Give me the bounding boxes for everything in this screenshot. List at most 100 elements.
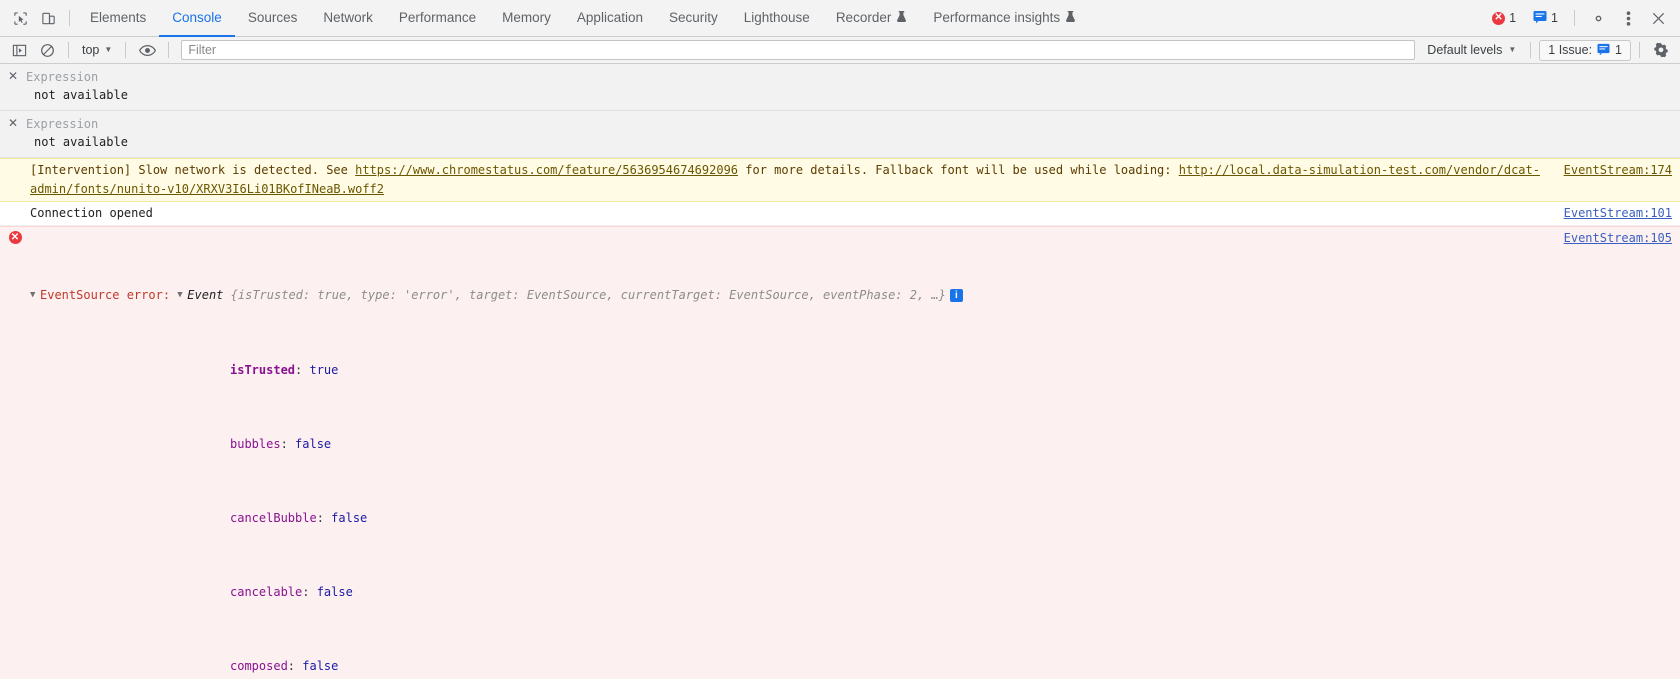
live-expression-eye-icon[interactable]: [134, 39, 160, 61]
filter-input[interactable]: [181, 40, 1416, 60]
live-expression-input[interactable]: Expression: [26, 68, 1680, 86]
object-property: isTrusted: true: [230, 363, 339, 377]
toolbar-divider: [125, 42, 127, 58]
error-constructor: Event: [187, 288, 224, 302]
tab-label: Memory: [502, 9, 551, 25]
live-expression-row[interactable]: ✕ Expression not available: [0, 64, 1680, 111]
property-key: bubbles: [230, 437, 281, 451]
info-badge-icon[interactable]: i: [949, 289, 963, 302]
intervention-prefix: [Intervention] Slow network is detected.…: [30, 163, 356, 177]
message-bubble-icon-svg: [1597, 43, 1610, 55]
console-toolbar: top ▼ Default levels ▼ 1 Issue: 1: [0, 37, 1680, 64]
font-url-link-part1[interactable]: http://local.data-simulation-test.com/: [1179, 163, 1454, 177]
tab-performance[interactable]: Performance: [386, 0, 489, 37]
clear-console-icon[interactable]: [34, 39, 60, 61]
chromestatus-link[interactable]: https://www.chromestatus.com/feature/563…: [355, 163, 738, 177]
property-value: false: [331, 511, 368, 525]
object-property: cancelable: false: [230, 585, 353, 599]
object-property: composed: false: [230, 659, 339, 673]
expand-triangle-icon[interactable]: ▼: [177, 286, 187, 305]
message-gutter: [0, 161, 30, 199]
log-levels-label: Default levels: [1427, 43, 1503, 57]
message-gutter: ✕: [0, 229, 30, 679]
message-count-label: 1: [1551, 11, 1558, 25]
property-value: false: [295, 437, 332, 451]
tab-elements[interactable]: Elements: [77, 0, 159, 37]
console-sidebar-icon[interactable]: [6, 39, 32, 61]
tab-label: Performance insights: [933, 9, 1061, 25]
tabbar-divider: [69, 10, 70, 26]
kebab-menu-icon[interactable]: [1614, 4, 1642, 32]
error-count-button[interactable]: ✕ 1: [1485, 7, 1523, 29]
error-count-label: 1: [1509, 11, 1517, 25]
kebab-menu-icon-svg: [1626, 10, 1630, 26]
tab-sources[interactable]: Sources: [235, 0, 311, 37]
expand-triangle-icon[interactable]: ▼: [30, 286, 40, 305]
log-levels-selector[interactable]: Default levels ▼: [1421, 40, 1522, 60]
execution-context-selector[interactable]: top ▼: [77, 40, 117, 60]
tab-label: Security: [668, 9, 718, 25]
inspect-cursor-icon[interactable]: [6, 4, 34, 32]
live-expression-value: not available: [34, 88, 128, 102]
live-expression-row[interactable]: ✕ Expression not available: [0, 111, 1680, 158]
property-value: false: [302, 659, 339, 673]
tab-recorder[interactable]: Recorder: [823, 0, 921, 37]
error-content: ▼ EventSource error: ▼ Event {isTrusted: t…: [30, 229, 1554, 679]
close-icon[interactable]: ✕: [0, 68, 26, 105]
message-bubble-icon: [1533, 10, 1547, 26]
chevron-down-icon: ▼: [1508, 45, 1517, 54]
experiment-beaker-icon-svg: [1066, 10, 1076, 22]
live-expression-value: not available: [34, 135, 128, 149]
message-text: [Intervention] Slow network is detected.…: [30, 161, 1554, 199]
property-value: false: [316, 585, 353, 599]
message-bubble-icon: [1597, 43, 1610, 58]
devtools-tabbar: Elements Console Sources Network Perform…: [0, 0, 1680, 37]
console-message-info[interactable]: Connection opened EventStream:101: [0, 202, 1680, 226]
chevron-down-icon: ▼: [104, 45, 113, 54]
tab-security[interactable]: Security: [656, 0, 731, 37]
tab-label: Network: [323, 9, 373, 25]
source-anchor-link[interactable]: EventStream:174: [1554, 161, 1680, 180]
tab-label: Application: [576, 9, 643, 25]
close-icon-svg: [1652, 12, 1664, 24]
object-property: bubbles: false: [230, 437, 332, 451]
property-key: isTrusted: [230, 363, 296, 377]
console-message-error[interactable]: ✕ ▼ EventSource error: ▼ Event {isTrusted:…: [0, 226, 1680, 679]
tab-label: Performance: [398, 9, 477, 25]
message-count-button[interactable]: 1: [1526, 7, 1565, 29]
tab-memory[interactable]: Memory: [489, 0, 564, 37]
tab-application[interactable]: Application: [564, 0, 656, 37]
experiment-beaker-icon-svg: [897, 10, 907, 22]
intervention-middle: for more details. Fallback font will be …: [738, 163, 1179, 177]
property-key: composed: [230, 659, 288, 673]
error-circle-icon: ✕: [1492, 11, 1506, 25]
source-anchor-link[interactable]: EventStream:101: [1554, 204, 1680, 223]
tab-lighthouse[interactable]: Lighthouse: [731, 0, 823, 37]
message-text: Connection opened: [30, 206, 153, 220]
tab-performance-insights[interactable]: Performance insights: [920, 0, 1089, 37]
live-expression-body: Expression not available: [26, 68, 1680, 105]
toolbar-divider: [168, 42, 170, 58]
message-bubble-icon-svg: [1533, 11, 1547, 24]
source-anchor-link[interactable]: EventStream:105: [1554, 229, 1680, 248]
live-expression-input[interactable]: Expression: [26, 115, 1680, 133]
error-preview: {isTrusted: true, type: 'error', target:…: [230, 288, 946, 302]
issue-counters: ✕ 1 1: [1485, 7, 1565, 29]
console-message-list[interactable]: ✕ Expression not available ✕ Expression …: [0, 64, 1680, 679]
gear-icon[interactable]: [1584, 4, 1612, 32]
experiment-beaker-icon: [896, 10, 907, 25]
property-value: true: [309, 363, 339, 377]
close-icon[interactable]: ✕: [0, 115, 26, 152]
error-circle-icon: ✕: [8, 231, 22, 244]
console-settings-gear-icon[interactable]: [1648, 39, 1674, 61]
property-key: cancelable: [230, 585, 303, 599]
device-toolbar-icon[interactable]: [34, 4, 62, 32]
device-toolbar-icon-svg: [41, 12, 55, 24]
close-icon[interactable]: [1644, 4, 1672, 32]
console-message-warning[interactable]: [Intervention] Slow network is detected.…: [0, 158, 1680, 202]
tab-network[interactable]: Network: [310, 0, 386, 37]
tab-console[interactable]: Console: [159, 0, 235, 37]
issues-button[interactable]: 1 Issue: 1: [1539, 39, 1631, 61]
toolbar-divider: [1639, 42, 1640, 58]
error-headline[interactable]: ▼ EventSource error: ▼ Event {isTrusted: t…: [30, 286, 1546, 305]
